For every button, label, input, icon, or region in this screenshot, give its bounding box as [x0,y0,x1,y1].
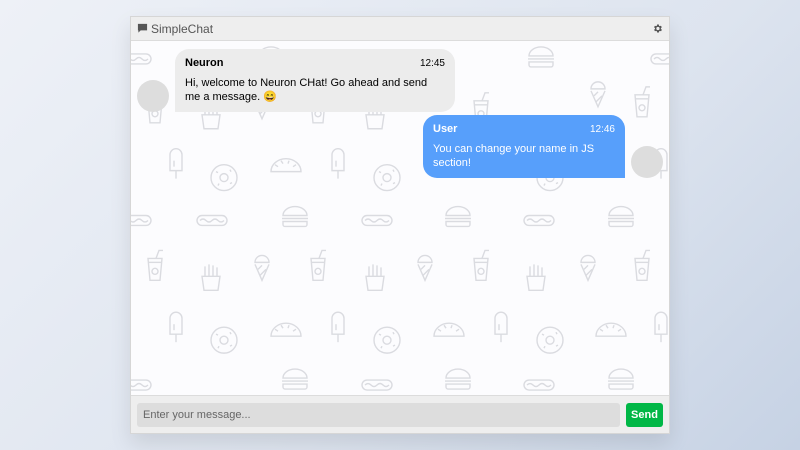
message-incoming: Neuron 12:45 Hi, welcome to Neuron CHat!… [137,49,455,112]
message-text: Hi, welcome to Neuron CHat! Go ahead and… [185,77,428,103]
message-outgoing: User 12:46 You can change your name in J… [423,115,663,178]
app-title-group: SimpleChat [137,22,213,36]
message-bubble: User 12:46 You can change your name in J… [423,115,625,178]
message-text: You can change your name in JS section! [433,143,595,169]
gear-icon[interactable] [651,23,663,35]
message-bubble: Neuron 12:45 Hi, welcome to Neuron CHat!… [175,49,455,112]
send-button[interactable]: Send [626,402,663,427]
avatar [137,80,169,112]
message-input[interactable] [137,402,620,427]
message-composer: Send [131,395,669,433]
chat-header: SimpleChat [131,17,669,41]
message-list[interactable]: Neuron 12:45 Hi, welcome to Neuron CHat!… [131,41,669,395]
app-title: SimpleChat [151,21,214,36]
message-header: Neuron 12:45 [185,57,445,69]
chat-bubble-icon [137,23,148,34]
message-time: 12:46 [589,124,615,135]
message-sender: User [433,123,458,135]
message-sender: Neuron [185,57,224,69]
message-header: User 12:46 [433,123,615,135]
message-time: 12:45 [419,58,445,69]
avatar [631,146,663,178]
chat-window: SimpleChat Neuron 12:45 Hi, welcome to N… [130,16,670,434]
